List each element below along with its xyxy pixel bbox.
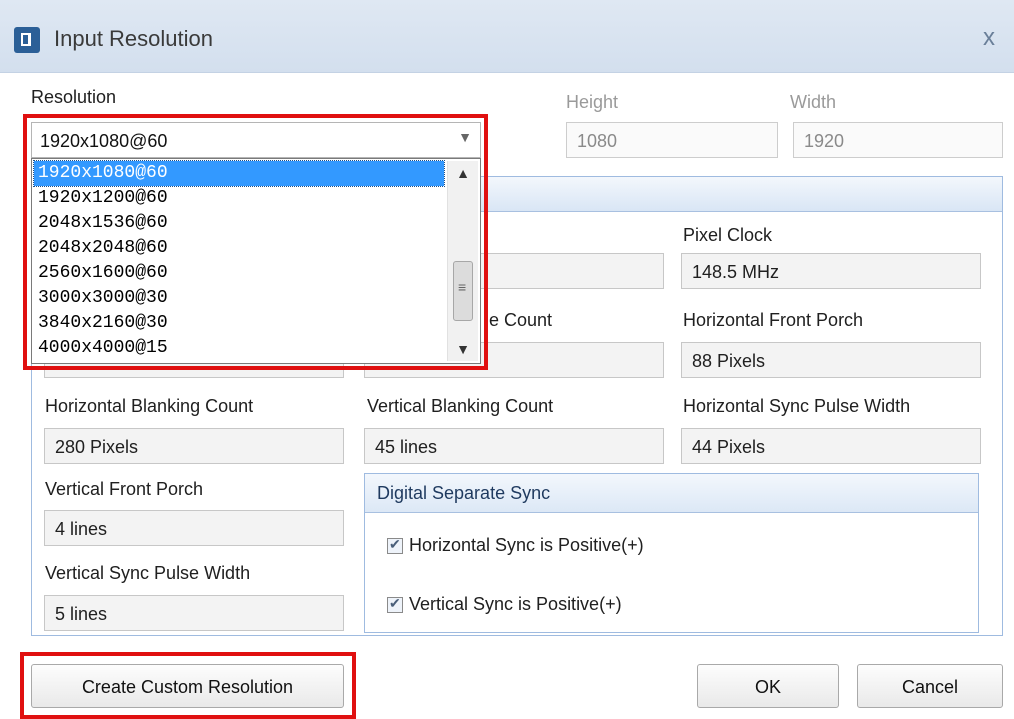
v-blanking-field[interactable]: 45 lines [364, 428, 664, 464]
h-sync-positive-label: Horizontal Sync is Positive(+) [409, 535, 644, 555]
resolution-selected-value: 1920x1080@60 [40, 131, 168, 151]
resolution-option[interactable]: 2560x1600@60 [34, 261, 444, 286]
resolution-combo[interactable]: 1920x1080@60 ▼ [31, 122, 481, 158]
close-icon[interactable]: x [983, 24, 995, 52]
h-blanking-field[interactable]: 280 Pixels [44, 428, 344, 464]
h-sync-width-field[interactable]: 44 Pixels [681, 428, 981, 464]
v-front-porch-label: Vertical Front Porch [45, 479, 204, 499]
v-sync-positive-label: Vertical Sync is Positive(+) [409, 594, 622, 614]
h-front-porch-label: Horizontal Front Porch [683, 310, 864, 330]
digital-separate-sync-group: Digital Separate Sync Horizontal Sync is… [364, 473, 979, 633]
pixel-clock-field[interactable]: 148.5 MHz [681, 253, 981, 289]
h-blanking-label: Horizontal Blanking Count [45, 396, 254, 416]
vertical-line-count-label-partial: e Count [489, 310, 553, 330]
resolution-option[interactable]: 3840x2160@30 [34, 311, 444, 336]
h-sync-positive-checkbox[interactable]: Horizontal Sync is Positive(+) [387, 535, 644, 556]
checkbox-checked-icon[interactable] [387, 595, 403, 613]
dropdown-arrow-icon[interactable]: ▼ [458, 129, 472, 145]
title-bar: Input Resolution x [0, 0, 1014, 73]
cancel-button[interactable]: Cancel [857, 664, 1003, 708]
create-custom-resolution-button[interactable]: Create Custom Resolution [31, 664, 344, 708]
v-sync-width-field[interactable]: 5 lines [44, 595, 344, 631]
resolution-option[interactable]: 2048x1536@60 [34, 211, 444, 236]
resolution-option[interactable]: 4000x4000@15 [34, 336, 444, 361]
ok-button[interactable]: OK [697, 664, 839, 708]
input-resolution-dialog: Input Resolution x Resolution Height Wid… [0, 0, 1014, 719]
v-blanking-label: Vertical Blanking Count [367, 396, 554, 416]
resolution-label: Resolution [31, 87, 117, 107]
v-sync-positive-checkbox[interactable]: Vertical Sync is Positive(+) [387, 594, 622, 615]
scroll-down-icon[interactable]: ▼ [448, 337, 478, 361]
v-front-porch-field[interactable]: 4 lines [44, 510, 344, 546]
scroll-thumb[interactable] [453, 261, 473, 321]
resolution-option[interactable]: 1920x1080@60 [33, 160, 445, 187]
resolution-option[interactable]: 3000x3000@30 [34, 286, 444, 311]
resolution-option[interactable]: 2048x2048@60 [34, 236, 444, 261]
scroll-up-icon[interactable]: ▲ [448, 161, 478, 185]
v-sync-width-label: Vertical Sync Pulse Width [45, 563, 251, 583]
height-label: Height [566, 92, 619, 112]
width-field[interactable]: 1920 [793, 122, 1003, 158]
resolution-options: 1920x1080@60 1920x1200@60 2048x1536@60 2… [33, 160, 445, 361]
resolution-option[interactable]: 1920x1200@60 [34, 186, 444, 211]
digital-separate-sync-title: Digital Separate Sync [377, 483, 551, 503]
height-field[interactable]: 1080 [566, 122, 778, 158]
window-title: Input Resolution [54, 26, 213, 51]
dropdown-scrollbar[interactable]: ▲ ▼ [447, 161, 478, 361]
h-front-porch-field[interactable]: 88 Pixels [681, 342, 981, 378]
h-sync-width-label: Horizontal Sync Pulse Width [683, 396, 911, 416]
app-icon [14, 27, 40, 53]
checkbox-checked-icon[interactable] [387, 536, 403, 554]
digital-separate-sync-header: Digital Separate Sync [365, 474, 978, 513]
width-label: Width [790, 92, 837, 112]
resolution-dropdown-list[interactable]: 1920x1080@60 1920x1200@60 2048x1536@60 2… [31, 158, 481, 364]
pixel-clock-label: Pixel Clock [683, 225, 773, 245]
